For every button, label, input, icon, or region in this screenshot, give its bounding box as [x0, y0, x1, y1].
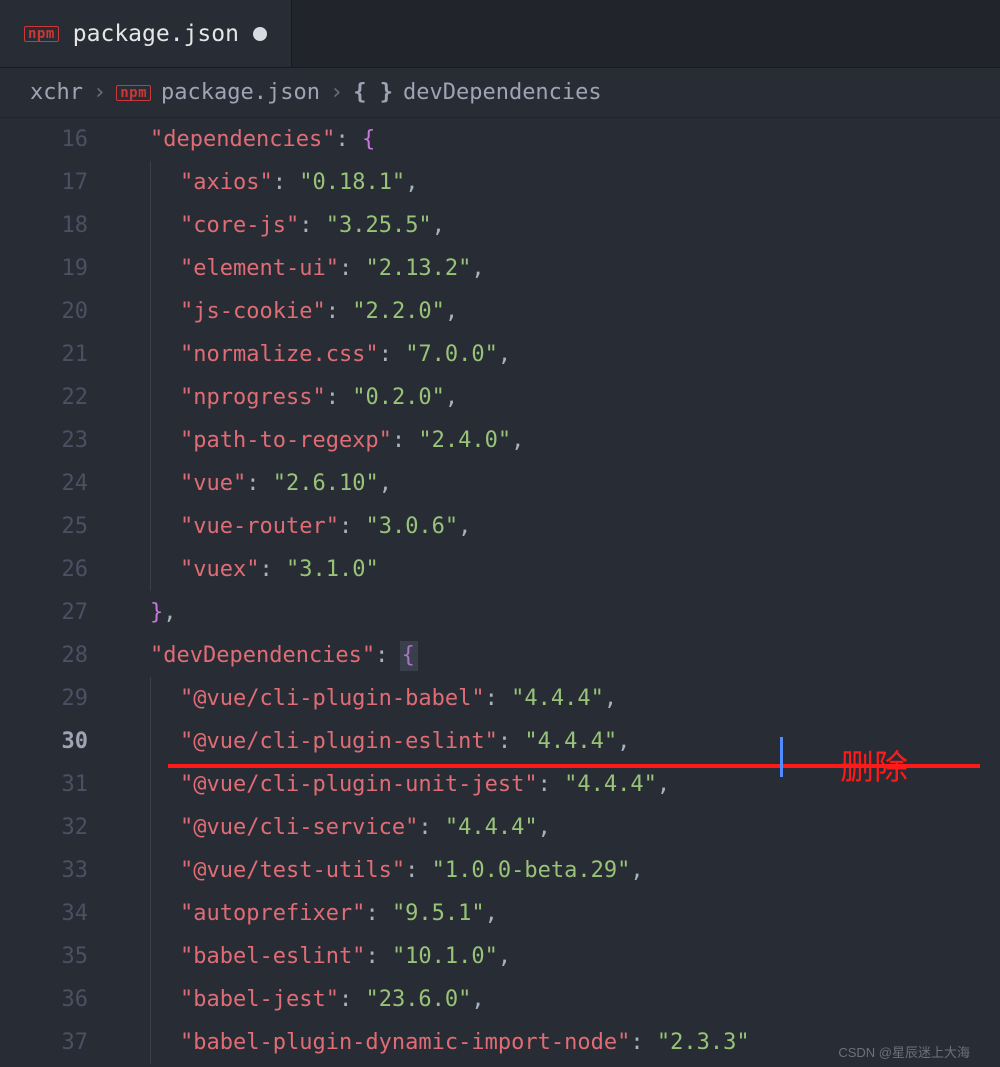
code-line[interactable]: "autoprefixer": "9.5.1", — [120, 892, 1000, 935]
code-line[interactable]: "element-ui": "2.13.2", — [120, 247, 1000, 290]
gutter-line: 28 — [0, 634, 88, 677]
gutter-line: 26 — [0, 548, 88, 591]
gutter-line: 29 — [0, 677, 88, 720]
gutter-line: 25 — [0, 505, 88, 548]
gutter-line: 30 — [0, 720, 88, 763]
gutter-line: 17 — [0, 161, 88, 204]
breadcrumb[interactable]: xchr › npm package.json › { } devDepende… — [0, 68, 1000, 118]
code-line[interactable]: "axios": "0.18.1", — [120, 161, 1000, 204]
gutter-line: 23 — [0, 419, 88, 462]
gutter-line: 19 — [0, 247, 88, 290]
gutter-line: 22 — [0, 376, 88, 419]
gutter-line: 24 — [0, 462, 88, 505]
chevron-right-icon: › — [330, 80, 343, 105]
gutter-line: 37 — [0, 1021, 88, 1064]
cursor — [780, 737, 783, 777]
code-line[interactable]: "nprogress": "0.2.0", — [120, 376, 1000, 419]
code-line[interactable]: "@vue/cli-service": "4.4.4", — [120, 806, 1000, 849]
gutter-line: 34 — [0, 892, 88, 935]
tab-filename: package.json — [73, 21, 239, 47]
code-line[interactable]: "babel-jest": "23.6.0", — [120, 978, 1000, 1021]
npm-icon: npm — [116, 85, 151, 101]
gutter-line: 36 — [0, 978, 88, 1021]
dirty-indicator-icon — [253, 27, 267, 41]
code-line[interactable]: "dependencies": { — [120, 118, 1000, 161]
code-area[interactable]: 删除 "dependencies": {"axios": "0.18.1","c… — [120, 118, 1000, 1067]
code-line[interactable]: "vuex": "3.1.0" — [120, 548, 1000, 591]
code-line[interactable]: "@vue/test-utils": "1.0.0-beta.29", — [120, 849, 1000, 892]
code-line[interactable]: "babel-eslint": "10.1.0", — [120, 935, 1000, 978]
gutter-line: 35 — [0, 935, 88, 978]
code-line[interactable]: "vue": "2.6.10", — [120, 462, 1000, 505]
gutter-line: 18 — [0, 204, 88, 247]
gutter: 1617181920212223242526272829303132333435… — [0, 118, 120, 1067]
code-line[interactable]: }, — [120, 591, 1000, 634]
code-line[interactable]: "@vue/cli-plugin-babel": "4.4.4", — [120, 677, 1000, 720]
gutter-line: 32 — [0, 806, 88, 849]
gutter-line: 27 — [0, 591, 88, 634]
code-line[interactable]: "vue-router": "3.0.6", — [120, 505, 1000, 548]
gutter-line: 16 — [0, 118, 88, 161]
code-line[interactable]: "devDependencies": { — [120, 634, 1000, 677]
braces-icon: { } — [353, 80, 393, 105]
code-line[interactable]: "js-cookie": "2.2.0", — [120, 290, 1000, 333]
npm-icon: npm — [24, 26, 59, 42]
gutter-line: 21 — [0, 333, 88, 376]
breadcrumb-symbol[interactable]: devDependencies — [403, 80, 602, 105]
gutter-line: 31 — [0, 763, 88, 806]
code-line[interactable]: "normalize.css": "7.0.0", — [120, 333, 1000, 376]
breadcrumb-file[interactable]: package.json — [161, 80, 320, 105]
code-editor[interactable]: 1617181920212223242526272829303132333435… — [0, 118, 1000, 1067]
code-line[interactable]: "path-to-regexp": "2.4.0", — [120, 419, 1000, 462]
breadcrumb-folder[interactable]: xchr — [30, 80, 83, 105]
gutter-line: 20 — [0, 290, 88, 333]
watermark: CSDN @星辰迷上大海 — [838, 1042, 970, 1061]
chevron-right-icon: › — [93, 80, 106, 105]
tab-package-json[interactable]: npm package.json — [0, 0, 292, 67]
code-line[interactable]: "core-js": "3.25.5", — [120, 204, 1000, 247]
gutter-line: 33 — [0, 849, 88, 892]
tab-bar: npm package.json — [0, 0, 1000, 68]
annotation-label: 删除 — [840, 740, 908, 789]
